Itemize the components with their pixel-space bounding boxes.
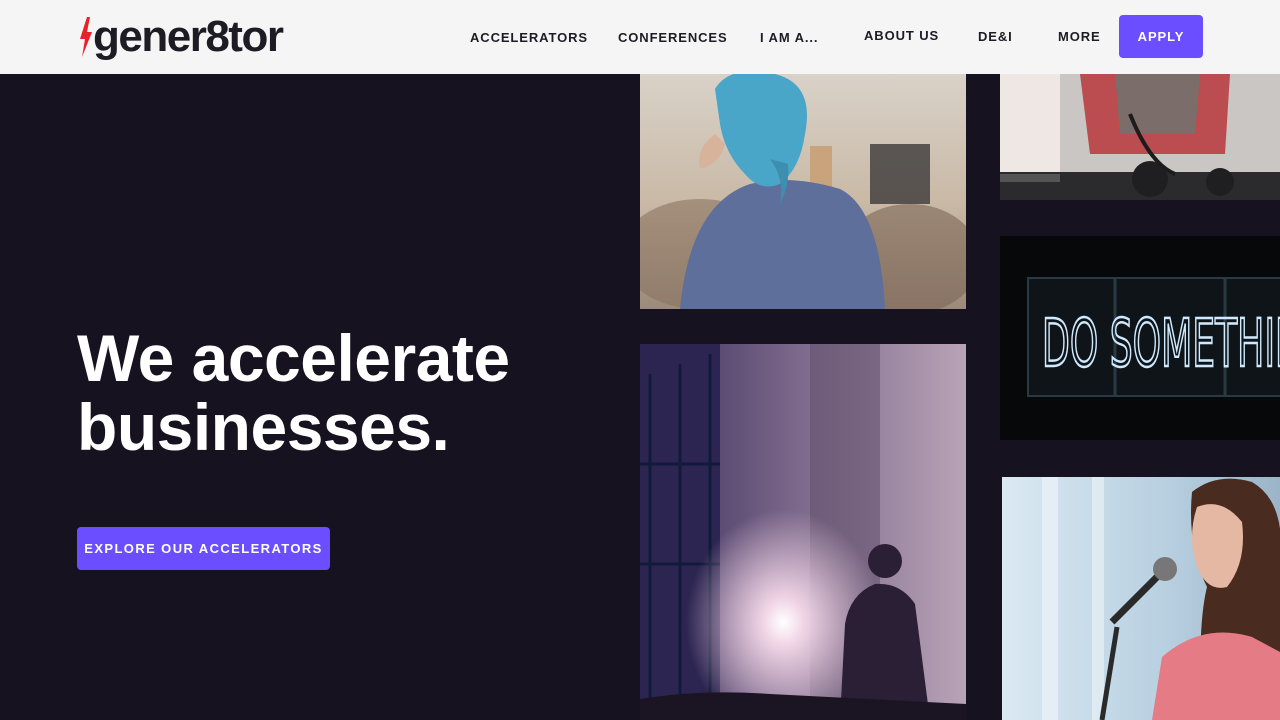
nav-i-am-a[interactable]: I am a...: [760, 0, 818, 74]
photo-neon-sign: DO SOMETHIN: [1000, 236, 1280, 440]
apply-button[interactable]: Apply: [1119, 15, 1203, 58]
nav-about-us[interactable]: About us: [864, 0, 939, 72]
explore-accelerators-button[interactable]: Explore our accelerators: [77, 527, 330, 570]
photo-smiling-speaker: [1002, 477, 1280, 720]
hero-title: We accelerate businesses.: [77, 324, 597, 462]
nav-dei[interactable]: DE&I: [978, 0, 1013, 73]
photo-stage-speaker: [640, 344, 966, 720]
nav-conferences[interactable]: Conferences: [618, 0, 728, 74]
hero-title-line-2: businesses.: [77, 390, 450, 464]
nav-accelerators[interactable]: Accelerators: [470, 0, 588, 74]
main-nav: Accelerators Conferences I am a... About…: [0, 0, 1280, 74]
nav-more[interactable]: More: [1058, 0, 1101, 73]
site-header: gener8tor Accelerators Conferences I am …: [0, 0, 1280, 74]
photo-dj-turntables: [1000, 74, 1280, 200]
photo-speaker-blue-hair: [640, 74, 966, 309]
neon-sign-text: DO SOMETHIN: [1042, 305, 1280, 382]
hero-title-line-1: We accelerate: [77, 321, 510, 395]
